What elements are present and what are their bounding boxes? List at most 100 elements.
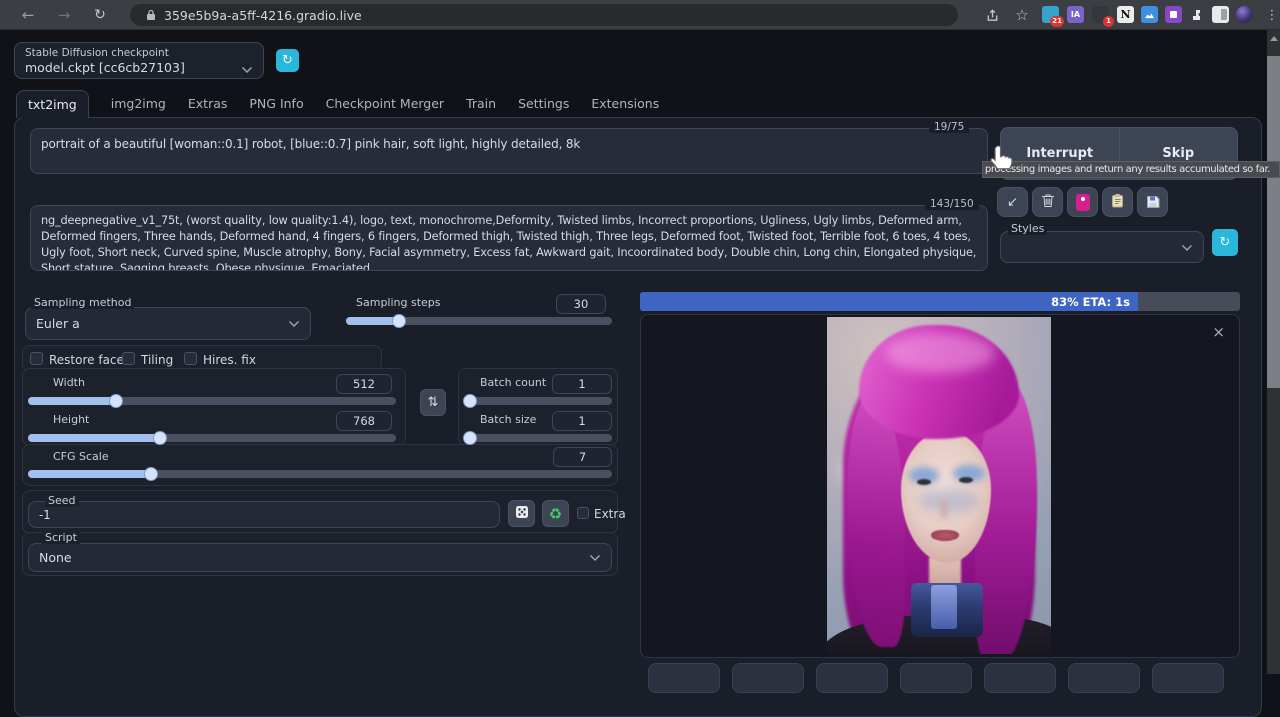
save-style-button[interactable]: [1137, 187, 1168, 217]
batch-count-input[interactable]: 1: [552, 374, 612, 394]
action-button[interactable]: [648, 663, 720, 693]
seed-extra-checkbox[interactable]: [577, 507, 589, 519]
batch-size-slider[interactable]: [466, 434, 612, 442]
action-button[interactable]: [1068, 663, 1140, 693]
slider-handle[interactable]: [153, 431, 167, 445]
negative-prompt-textarea[interactable]: ng_deepnegative_v1_75t, (worst quality, …: [30, 205, 988, 271]
width-label: Width: [50, 376, 88, 389]
slider-handle[interactable]: [144, 467, 158, 481]
sampling-steps-slider[interactable]: [346, 317, 612, 325]
script-dropdown[interactable]: None: [28, 543, 612, 572]
browser-menu-icon[interactable]: ⋮: [1258, 0, 1280, 30]
slider-handle[interactable]: [392, 314, 406, 328]
chevron-down-icon: [589, 550, 601, 565]
forward-button[interactable]: →: [50, 0, 78, 30]
swap-arrows-icon: ⇅: [428, 395, 439, 410]
checkpoint-refresh-button[interactable]: ↻: [276, 49, 299, 72]
trash-icon: [1041, 193, 1055, 212]
recycle-icon: ♻: [549, 505, 562, 523]
apply-style-button[interactable]: [1102, 187, 1133, 217]
swap-dimensions-button[interactable]: ⇅: [420, 389, 446, 416]
tab-txt2img[interactable]: txt2img: [16, 90, 89, 118]
dice-icon: [515, 504, 529, 523]
tab-settings[interactable]: Settings: [518, 96, 569, 111]
tab-img2img[interactable]: img2img: [111, 96, 166, 111]
random-seed-button[interactable]: [508, 500, 535, 527]
restore-faces-label: Restore faces: [49, 353, 130, 367]
slider-fill: [28, 470, 151, 478]
checkpoint-dropdown[interactable]: Stable Diffusion checkpoint model.ckpt […: [14, 42, 264, 79]
tab-checkpoint-merger[interactable]: Checkpoint Merger: [326, 96, 444, 111]
extension-purple-icon[interactable]: [1165, 6, 1182, 23]
width-slider[interactable]: [28, 397, 396, 405]
slider-fill: [28, 397, 116, 405]
slider-handle[interactable]: [109, 394, 123, 408]
scrollbar-thumb[interactable]: [1267, 56, 1280, 388]
prompt-textarea[interactable]: portrait of a beautiful [woman::0.1] rob…: [30, 128, 988, 174]
bookmark-star-icon[interactable]: ☆: [1008, 0, 1036, 30]
sampling-method-select[interactable]: Euler a: [25, 307, 311, 340]
slider-handle[interactable]: [463, 394, 477, 408]
panel-glyph: [1221, 9, 1227, 20]
extension-badge: 21: [1050, 16, 1064, 27]
action-button[interactable]: [816, 663, 888, 693]
negative-prompt-token-counter: 143/150: [925, 198, 979, 210]
action-button[interactable]: [732, 663, 804, 693]
hires-fix-checkbox[interactable]: [184, 352, 197, 365]
checkpoint-label: Stable Diffusion checkpoint: [25, 47, 169, 59]
side-panel-icon[interactable]: [1212, 6, 1229, 23]
seed-input[interactable]: -1: [28, 501, 500, 528]
notion-label: N: [1120, 8, 1130, 21]
action-button[interactable]: [900, 663, 972, 693]
extension-image-icon[interactable]: [1141, 6, 1158, 23]
back-button[interactable]: ←: [14, 0, 42, 30]
tab-extensions[interactable]: Extensions: [591, 96, 659, 111]
share-icon[interactable]: [978, 0, 1006, 30]
clear-prompt-button[interactable]: [1032, 187, 1063, 217]
address-bar[interactable]: 359e5b9a-a5ff-4216.gradio.live: [130, 4, 958, 26]
scrollbar-up-arrow[interactable]: [1270, 36, 1278, 41]
styles-dropdown[interactable]: [1000, 231, 1204, 263]
close-icon[interactable]: ×: [1212, 323, 1225, 341]
slider-handle[interactable]: [463, 431, 477, 445]
progress-bar-fill: 83% ETA: 1s: [640, 292, 1138, 311]
batch-size-input[interactable]: 1: [552, 411, 612, 431]
floppy-save-icon: [1146, 193, 1160, 212]
action-button[interactable]: [984, 663, 1056, 693]
browser-toolbar: ← → ↻ 359e5b9a-a5ff-4216.gradio.live ☆ 2…: [0, 0, 1280, 30]
height-input[interactable]: 768: [336, 411, 392, 431]
tab-train[interactable]: Train: [466, 96, 496, 111]
styles-label: Styles: [1008, 222, 1047, 235]
cfg-scale-slider[interactable]: [28, 470, 612, 478]
batch-count-slider[interactable]: [466, 397, 612, 405]
extension-ia-icon[interactable]: IA: [1067, 6, 1084, 23]
reuse-seed-button[interactable]: ♻: [542, 500, 569, 527]
batch-count-label: Batch count: [477, 376, 549, 389]
width-input[interactable]: 512: [336, 374, 392, 394]
tab-png-info[interactable]: PNG Info: [249, 96, 303, 111]
progress-bar: 83% ETA: 1s: [640, 292, 1240, 311]
paste-params-button[interactable]: ↙: [997, 187, 1028, 217]
cfg-scale-input[interactable]: 7: [553, 447, 612, 467]
profile-avatar[interactable]: [1236, 6, 1253, 23]
action-button[interactable]: [1152, 663, 1224, 693]
restore-faces-checkbox[interactable]: [30, 352, 43, 365]
styles-refresh-button[interactable]: ↻: [1212, 229, 1238, 256]
sampling-steps-input[interactable]: 30: [556, 294, 606, 314]
extension-notion-icon[interactable]: N: [1117, 6, 1134, 23]
tooltip-text: Stop processing images and return any re…: [982, 164, 1270, 175]
height-slider[interactable]: [28, 434, 396, 442]
scrollbar-track[interactable]: [1267, 30, 1280, 674]
extensions-puzzle-icon[interactable]: [1189, 6, 1206, 23]
extension-pin-icon[interactable]: 21: [1042, 6, 1059, 23]
batch-size-label: Batch size: [477, 413, 539, 426]
seed-extra-label: Extra: [594, 507, 626, 521]
tiling-checkbox[interactable]: [122, 352, 135, 365]
extra-networks-button[interactable]: [1067, 187, 1098, 217]
extension-camera-icon[interactable]: 1: [1092, 6, 1109, 23]
url-text: 359e5b9a-a5ff-4216.gradio.live: [164, 8, 362, 23]
reload-button[interactable]: ↻: [86, 0, 114, 30]
generated-image[interactable]: [827, 317, 1051, 654]
tab-extras[interactable]: Extras: [188, 96, 228, 111]
palette-icon: [1076, 194, 1090, 211]
